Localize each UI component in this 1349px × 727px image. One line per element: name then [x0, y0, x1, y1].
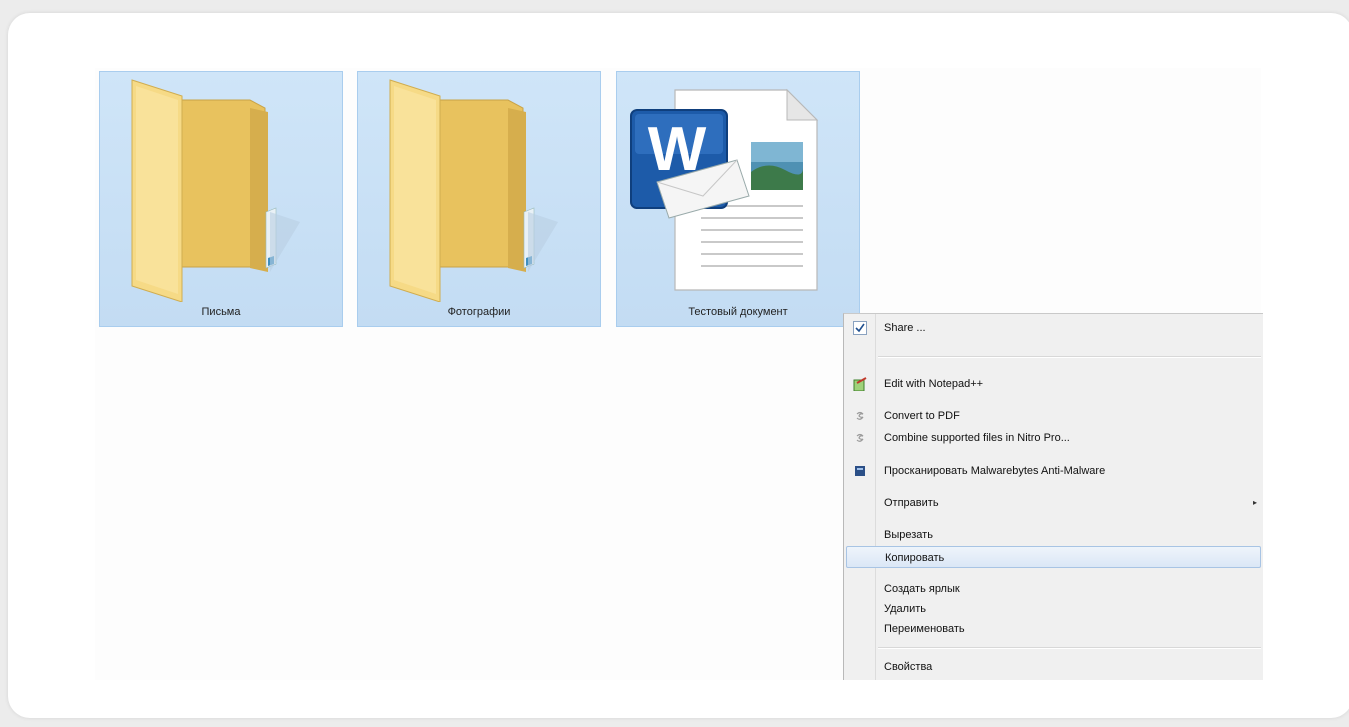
- malwarebytes-icon: [855, 466, 865, 476]
- menu-item-share[interactable]: Share ...: [844, 317, 1263, 339]
- menu-item-label: Share ...: [884, 322, 926, 334]
- menu-item-label: Копировать: [885, 552, 945, 564]
- menu-item-label: Вырезать: [884, 529, 933, 541]
- menu-item-label: Создать ярлык: [884, 583, 960, 595]
- menu-separator: [878, 356, 1261, 358]
- menu-item-label: Просканировать Malwarebytes Anti-Malware: [884, 465, 1106, 477]
- menu-item-convert-pdf[interactable]: Convert to PDF: [844, 405, 1263, 427]
- menu-item-malwarebytes[interactable]: Просканировать Malwarebytes Anti-Malware: [844, 460, 1263, 482]
- menu-item-copy[interactable]: Копировать: [846, 546, 1261, 568]
- menu-item-label: Переименовать: [884, 623, 965, 635]
- menu-item-label: Отправить: [884, 497, 939, 509]
- menu-item-label: Convert to PDF: [884, 410, 960, 422]
- file-name: Фотографии: [447, 306, 511, 318]
- folder-icon: [389, 79, 558, 302]
- submenu-arrow-icon: ▸: [1252, 498, 1257, 507]
- menu-item-combine-nitro[interactable]: Combine supported files in Nitro Pro...: [844, 427, 1263, 449]
- menu-item-label: Edit with Notepad++: [884, 378, 984, 390]
- word-document-icon: W: [630, 88, 819, 291]
- file-name: Тестовый документ: [688, 306, 788, 318]
- menu-item-edit-notepad[interactable]: Edit with Notepad++: [844, 373, 1263, 395]
- menu-item-label: Combine supported files in Nitro Pro...: [884, 432, 1070, 444]
- nitro-pdf-icon: [856, 433, 864, 442]
- context-menu: Share ... Edit with Notepad++ Convert to…: [843, 313, 1263, 680]
- notepad-plus-plus-icon: [853, 377, 867, 391]
- file-item-photos[interactable]: Фотографии: [357, 71, 601, 327]
- menu-item-create-shortcut[interactable]: Создать ярлык: [844, 578, 1263, 600]
- menu-separator: [878, 647, 1261, 649]
- file-item-test-document[interactable]: W Тестовый документ: [616, 71, 860, 327]
- menu-item-send-to[interactable]: Отправить ▸: [844, 492, 1263, 514]
- menu-item-properties[interactable]: Свойства: [844, 656, 1263, 678]
- menu-item-label: Удалить: [884, 603, 926, 615]
- menu-item-delete[interactable]: Удалить: [844, 598, 1263, 620]
- menu-item-label: Свойства: [884, 661, 933, 673]
- file-name: Письма: [201, 306, 241, 318]
- menu-item-cut[interactable]: Вырезать: [844, 524, 1263, 546]
- menu-item-rename[interactable]: Переименовать: [844, 618, 1263, 640]
- share-check-icon: [853, 321, 867, 335]
- folder-icon: [131, 79, 300, 302]
- nitro-pdf-icon: [856, 411, 864, 420]
- file-item-letters[interactable]: Письма: [99, 71, 343, 327]
